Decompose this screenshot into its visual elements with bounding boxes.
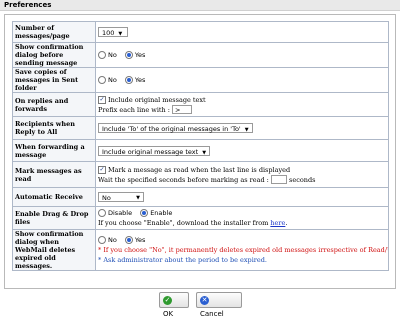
messages-per-page-select[interactable]: 100 ▼ [98,27,128,37]
drag-drop-disable-radio[interactable]: Disable [98,208,132,218]
wait-seconds-input[interactable] [270,175,287,184]
radio-selected-icon [124,51,133,59]
include-original-checkbox-row[interactable]: ✓ Include original message text [98,95,386,105]
drag-drop-note: If you choose "Enable", download the ins… [98,219,269,227]
preferences-table: Number of messages/page 100 ▼ Show confir… [12,21,389,271]
radio-selected-icon [124,76,133,84]
radio-icon [98,209,106,217]
row-messages-per-page: Number of messages/page 100 ▼ [12,21,389,43]
expired-info-text: * Ask administrator about the period to … [98,256,267,264]
row-expired-confirm: Show confirmation dialog when WebMail de… [12,229,389,271]
label-mark-read: Mark messages as read [12,161,96,188]
label-expired-confirm: Show confirmation dialog when WebMail de… [12,229,96,271]
label-reply-all: Recipients when Reply to All [12,116,96,140]
row-replies-forwards: On replies and forwards ✓ Include origina… [12,92,389,117]
radio-selected-icon [140,209,149,217]
auto-receive-select[interactable]: No ▼ [98,192,144,202]
drag-drop-enable-radio[interactable]: Enable [140,208,172,218]
row-reply-all: Recipients when Reply to All Include 'To… [12,116,389,140]
save-copies-yes-radio[interactable]: Yes [124,76,145,84]
expired-confirm-no-radio[interactable]: No [98,235,117,245]
label-save-copies: Save copies of messages in Sent folder [12,67,96,93]
seconds-label: seconds [289,175,316,184]
forwarding-select[interactable]: Include original message text ▼ [98,145,211,156]
row-forwarding: When forwarding a message Include origin… [12,139,389,162]
mark-read-checkbox-row[interactable]: ✓ Mark a message as read when the last li… [98,165,386,175]
confirm-send-no-radio[interactable]: No [98,51,117,59]
wait-seconds-label: Wait the specified seconds before markin… [98,175,269,184]
check-icon: ✓ [163,295,172,305]
radio-icon [98,76,106,84]
row-auto-receive: Automatic Receive No ▼ [12,187,389,207]
cancel-icon: ✕ [200,295,209,305]
cancel-button[interactable]: ✕Cancel [196,292,242,318]
label-forwarding: When forwarding a message [12,139,96,162]
checkbox-checked-icon: ✓ [98,165,106,174]
prefix-label: Prefix each line with : [98,105,170,114]
window-title: Preferences [0,0,400,11]
row-drag-drop: Enable Drag & Drop files Disable Enable … [12,206,389,230]
checkbox-checked-icon: ✓ [98,95,106,104]
row-mark-read: Mark messages as read ✓ Mark a message as… [12,161,389,188]
save-copies-no-radio[interactable]: No [98,76,117,84]
reply-all-select[interactable]: Include 'To' of the original messages in… [98,123,253,133]
dropdown-arrow-icon: ▼ [202,149,207,156]
label-confirm-send: Show confirmation dialog before sending … [12,42,96,68]
row-confirm-send: Show confirmation dialog before sending … [12,42,389,68]
label-replies-forwards: On replies and forwards [12,92,96,117]
label-messages-per-page: Number of messages/page [12,21,96,43]
ok-button[interactable]: ✓OK [159,292,189,318]
radio-icon [98,236,106,244]
radio-selected-icon [124,236,133,244]
expired-confirm-yes-radio[interactable]: Yes [124,235,145,245]
row-save-copies: Save copies of messages in Sent folder N… [12,67,389,93]
dropdown-arrow-icon: ▼ [244,127,249,133]
expired-warning-text: * If you choose "No", it permanently del… [98,246,389,254]
label-drag-drop: Enable Drag & Drop files [12,206,96,230]
label-auto-receive: Automatic Receive [12,187,96,207]
prefix-input[interactable]: > [172,105,193,114]
confirm-send-yes-radio[interactable]: Yes [124,51,145,59]
dropdown-arrow-icon: ▼ [118,31,123,37]
preferences-panel: Number of messages/page 100 ▼ Show confir… [4,14,396,289]
radio-icon [98,51,106,59]
dropdown-arrow-icon: ▼ [136,195,140,201]
installer-link[interactable]: here [270,219,285,227]
